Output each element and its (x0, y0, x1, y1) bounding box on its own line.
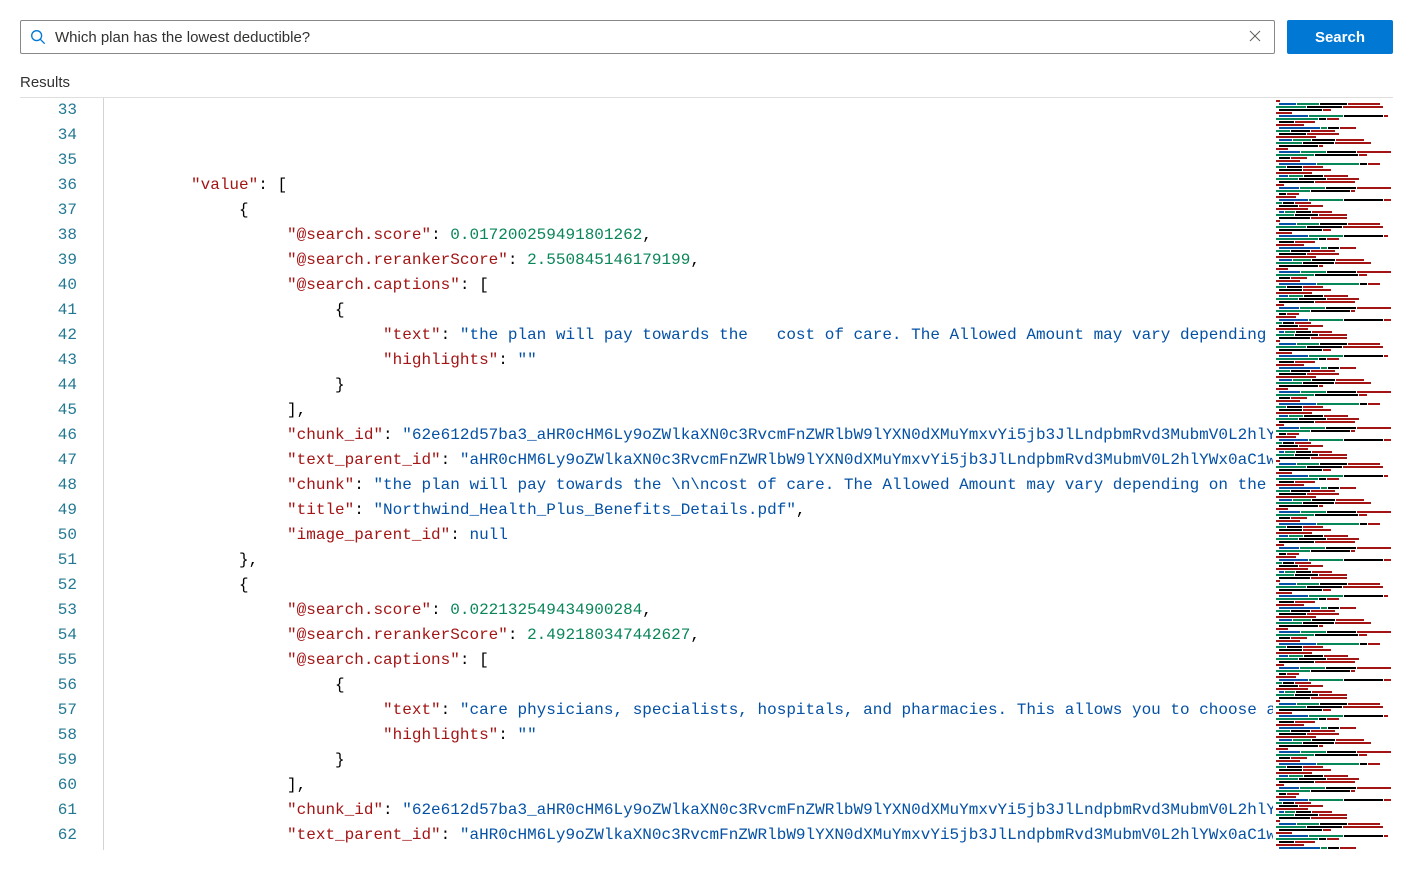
code-line[interactable]: ], (95, 773, 1273, 798)
code-line[interactable]: "@search.score": 0.017200259491801262, (95, 223, 1273, 248)
results-heading: Results (0, 74, 1413, 97)
code-line[interactable]: "chunk_id": "62e612d57ba3_aHR0cHM6Ly9oZW… (95, 423, 1273, 448)
code-line[interactable]: "chunk_id": "62e612d57ba3_aHR0cHM6Ly9oZW… (95, 798, 1273, 823)
code-line[interactable]: "highlights": "" (95, 348, 1273, 373)
code-line[interactable]: "@search.captions": [ (95, 273, 1273, 298)
minimap[interactable] (1273, 98, 1393, 850)
code-line[interactable]: { (95, 198, 1273, 223)
code-line[interactable]: "@search.captions": [ (95, 648, 1273, 673)
code-line[interactable]: "title": "Northwind_Health_Plus_Benefits… (95, 498, 1273, 523)
code-line[interactable]: { (95, 298, 1273, 323)
code-line[interactable]: }, (95, 548, 1273, 573)
search-input-container[interactable] (20, 20, 1275, 54)
code-line[interactable]: "text_parent_id": "aHR0cHM6Ly9oZWlkaXN0c… (95, 823, 1273, 848)
search-input[interactable] (55, 29, 1244, 46)
line-number-gutter: 3334353637383940414243444546474849505152… (20, 98, 95, 850)
code-line[interactable]: "highlights": "" (95, 723, 1273, 748)
code-line[interactable]: "@search.rerankerScore": 2.5508451461791… (95, 248, 1273, 273)
code-line[interactable]: "chunk": "care physicians, specialists, … (95, 848, 1273, 850)
json-editor[interactable]: 3334353637383940414243444546474849505152… (20, 97, 1393, 850)
search-button[interactable]: Search (1287, 20, 1393, 54)
code-line[interactable]: "image_parent_id": null (95, 523, 1273, 548)
code-line[interactable]: } (95, 373, 1273, 398)
code-line[interactable]: "text": "care physicians, specialists, h… (95, 698, 1273, 723)
code-line[interactable]: "text": "the plan will pay towards the c… (95, 323, 1273, 348)
code-line[interactable]: "text_parent_id": "aHR0cHM6Ly9oZWlkaXN0c… (95, 448, 1273, 473)
search-icon (29, 28, 47, 46)
search-bar: Search (0, 0, 1413, 74)
code-line[interactable]: ], (95, 398, 1273, 423)
code-line[interactable]: "value": [ (95, 173, 1273, 198)
code-line[interactable]: "@search.score": 0.022132549434900284, (95, 598, 1273, 623)
code-line[interactable]: "@search.rerankerScore": 2.4921803474426… (95, 623, 1273, 648)
code-content[interactable]: "value": [ { "@search.score": 0.01720025… (95, 98, 1273, 850)
code-line[interactable]: { (95, 573, 1273, 598)
clear-search-button[interactable] (1244, 25, 1266, 50)
code-line[interactable]: } (95, 748, 1273, 773)
code-line[interactable]: { (95, 673, 1273, 698)
close-icon (1248, 29, 1262, 46)
code-line[interactable]: "chunk": "the plan will pay towards the … (95, 473, 1273, 498)
